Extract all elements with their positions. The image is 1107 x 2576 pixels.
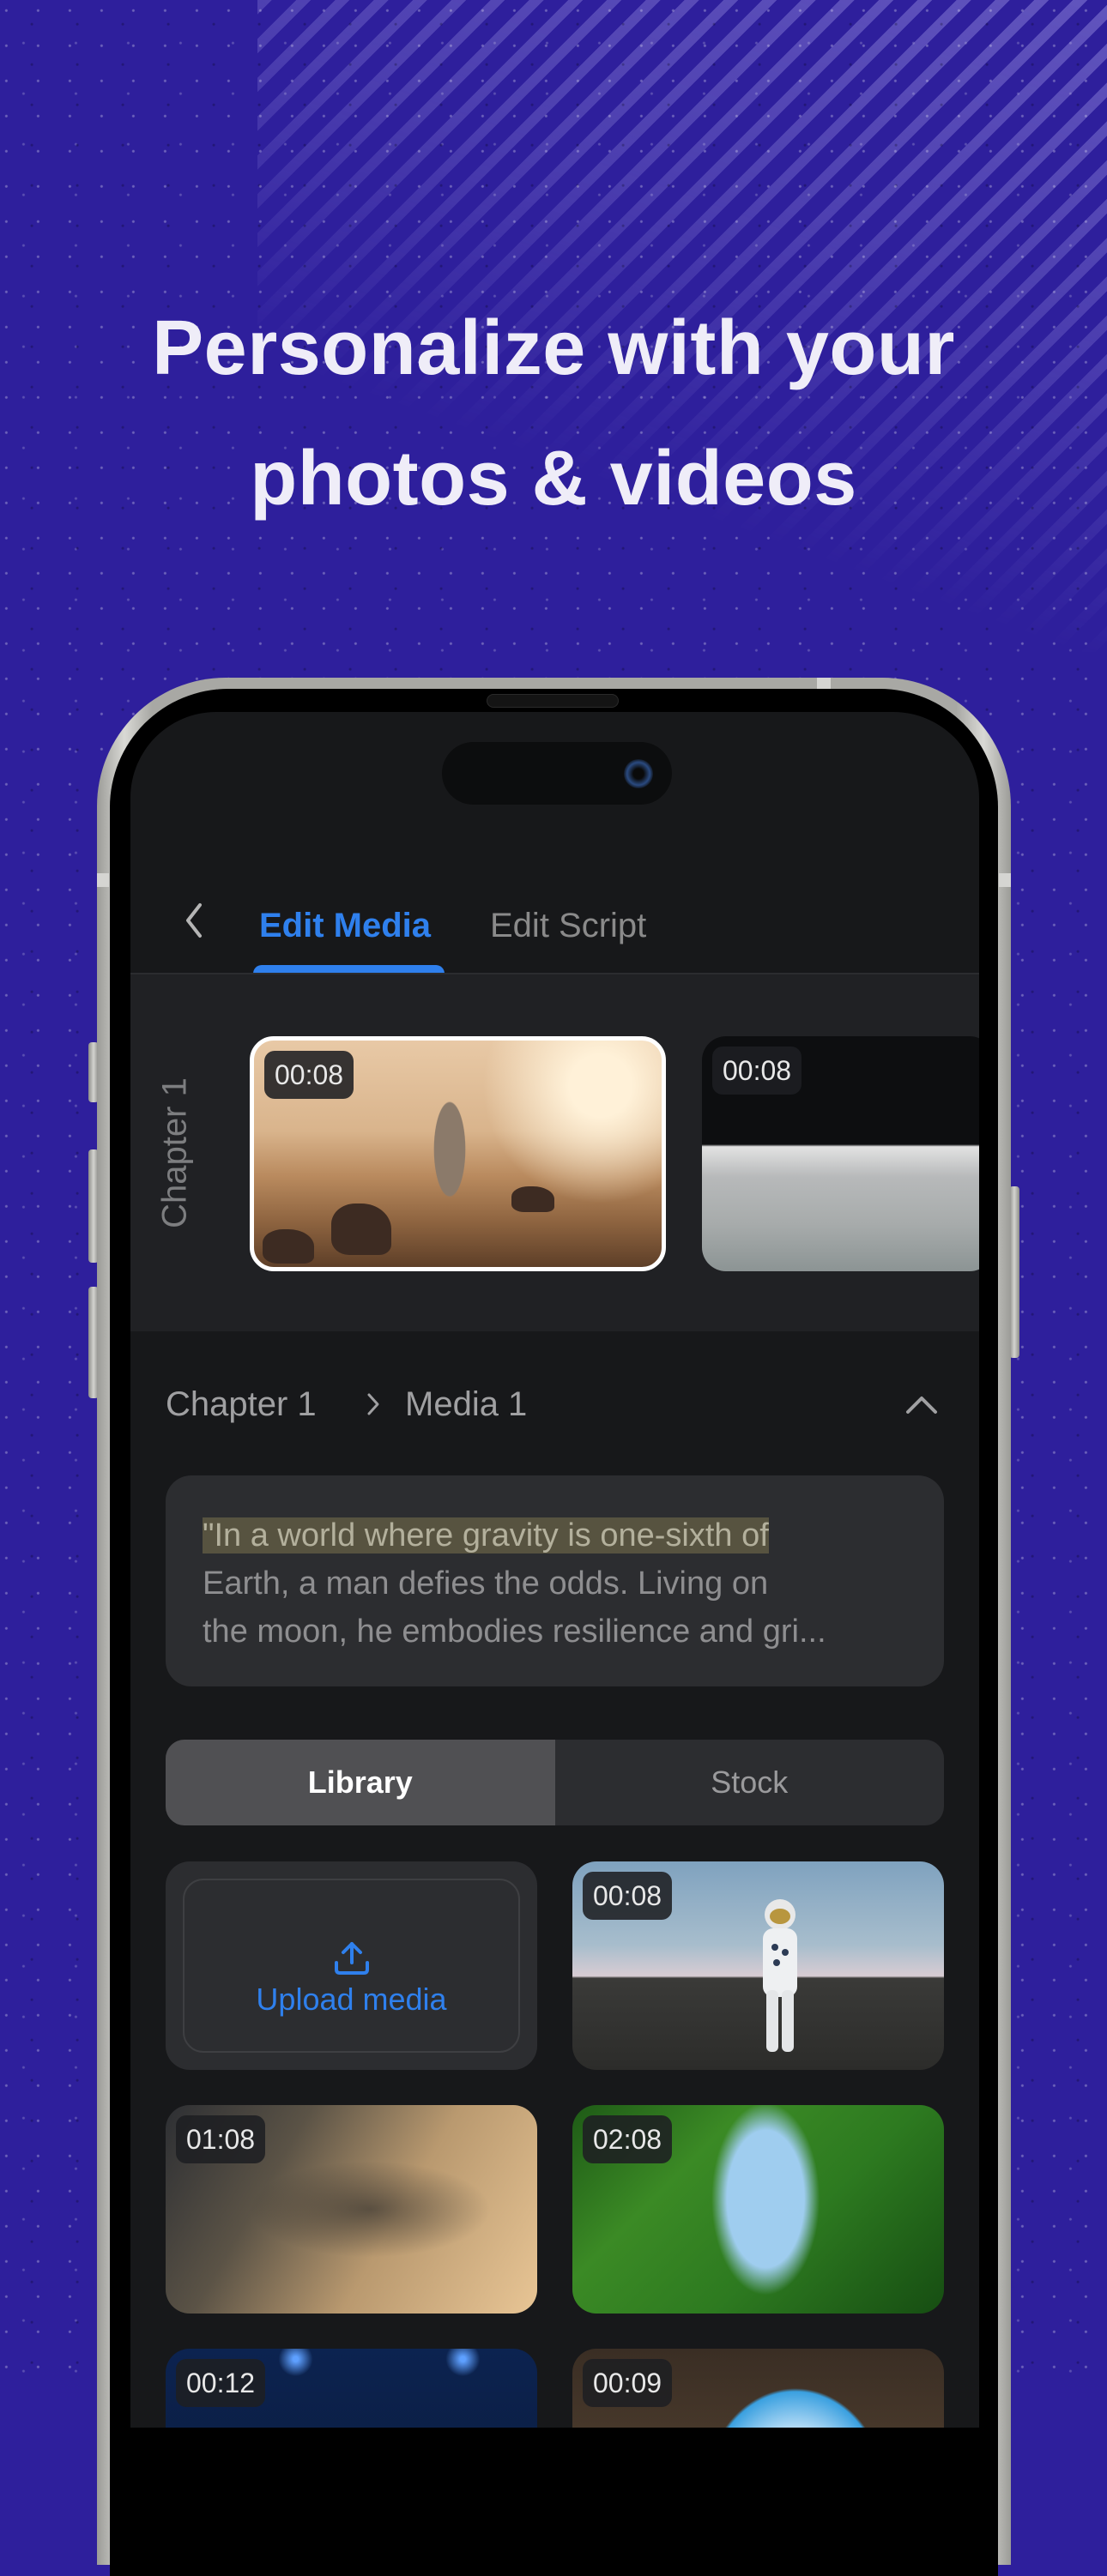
headline-line-1: Personalize with your — [152, 305, 955, 391]
dynamic-island — [442, 742, 672, 805]
page-headline: Personalize with your photos & videos — [0, 283, 1107, 544]
antenna-band — [999, 873, 1011, 887]
media-thumbnail — [763, 1899, 797, 2052]
duration-badge: 01:08 — [176, 2115, 266, 2163]
chapter-label: Chapter 1 — [155, 1077, 194, 1228]
library-item[interactable]: 00:12 — [166, 2349, 537, 2428]
breadcrumb-chapter[interactable]: Chapter 1 — [166, 1383, 317, 1426]
duration-badge: 00:08 — [583, 1872, 673, 1920]
tab-edit-script[interactable]: Edit Script — [490, 905, 646, 946]
chevron-left-icon — [186, 903, 202, 938]
timeline-clip-selected[interactable]: 00:08 — [250, 1036, 666, 1271]
upload-media-button[interactable]: Upload media — [166, 1861, 537, 2070]
chapter-timeline: Chapter 1 00:08 00:08 — [130, 973, 979, 1331]
clip-thumbnail — [263, 1229, 314, 1264]
clip-thumbnail — [331, 1204, 391, 1255]
timeline-clip[interactable]: 00:08 — [702, 1036, 979, 1271]
source-segmented-control: Library Stock — [166, 1740, 944, 1825]
breadcrumb-media[interactable]: Media 1 — [405, 1383, 527, 1426]
collapse-button[interactable] — [903, 1391, 941, 1419]
library-item[interactable]: 00:09 — [572, 2349, 944, 2428]
tab-library[interactable]: Library — [166, 1740, 555, 1825]
tab-edit-media[interactable]: Edit Media — [259, 905, 431, 946]
script-line: Earth, a man defies the odds. Living on — [203, 1566, 769, 1602]
antenna-band — [97, 873, 109, 887]
back-button[interactable] — [178, 896, 212, 944]
chevron-right-icon — [367, 1393, 379, 1415]
library-item[interactable]: 00:08 — [572, 1861, 944, 2070]
chevron-up-icon — [906, 1397, 937, 1414]
script-line: the moon, he embodies resilience and gri… — [203, 1614, 826, 1650]
duration-badge: 00:08 — [712, 1047, 802, 1095]
antenna-band — [817, 678, 831, 690]
upload-media-label: Upload media — [256, 1982, 447, 2017]
duration-badge: 00:12 — [176, 2359, 266, 2407]
camera-icon — [624, 759, 653, 788]
duration-badge: 00:08 — [264, 1051, 354, 1099]
library-item[interactable]: 01:08 — [166, 2105, 537, 2314]
highlighted-script-text: "In a world where gravity is one-sixth o… — [203, 1517, 769, 1553]
headline-line-2: photos & videos — [250, 436, 857, 522]
top-nav: Edit Media Edit Script — [130, 871, 979, 974]
clip-thumbnail — [511, 1186, 554, 1212]
speaker-grille — [487, 694, 619, 708]
tab-stock[interactable]: Stock — [555, 1740, 945, 1825]
library-item[interactable]: 02:08 — [572, 2105, 944, 2314]
duration-badge: 00:09 — [583, 2359, 673, 2407]
duration-badge: 02:08 — [583, 2115, 673, 2163]
upload-icon — [334, 1942, 369, 1975]
app-screen: Edit Media Edit Script Chapter 1 00:08 0… — [130, 712, 979, 2428]
script-excerpt[interactable]: "In a world where gravity is one-sixth o… — [166, 1475, 944, 1686]
